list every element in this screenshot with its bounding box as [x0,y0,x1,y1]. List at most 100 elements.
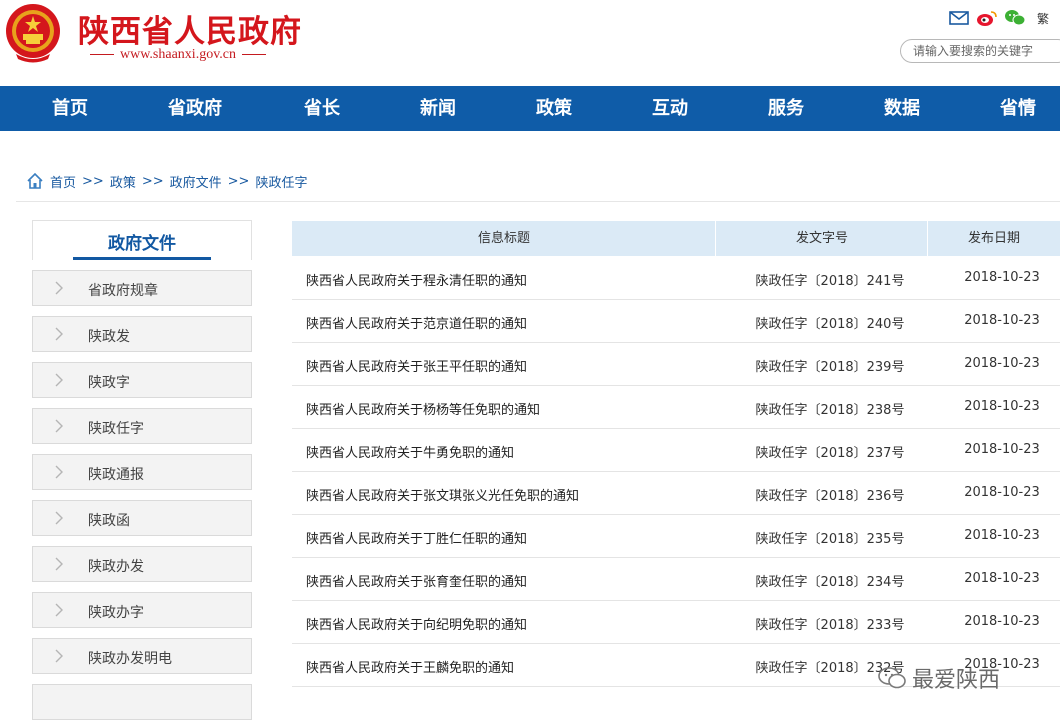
table-row[interactable]: 陕西省人民政府关于向纪明免职的通知 陕政任字〔2018〕233号 2018-10… [292,601,1060,644]
document-title-link[interactable]: 陕西省人民政府关于向纪明免职的通知 [306,614,527,633]
document-number: 陕政任字〔2018〕236号 [755,489,905,504]
table-row[interactable]: 陕西省人民政府关于杨杨等任免职的通知 陕政任字〔2018〕238号 2018-1… [292,386,1060,429]
document-number: 陕政任字〔2018〕235号 [755,532,905,547]
publish-date: 2018-10-23 [964,356,1040,371]
publish-date: 2018-10-23 [964,614,1040,629]
sidebar-item-shaanzhengbanzi[interactable]: 陕政办字 [32,592,252,628]
breadcrumb-separator: >> [82,173,104,189]
nav-item-service[interactable]: 服务 [768,86,804,131]
url-dash-left [90,54,114,56]
wechat-watermark-icon [878,667,906,689]
document-title-link[interactable]: 陕西省人民政府关于范京道任职的通知 [306,313,527,332]
document-title-link[interactable]: 陕西省人民政府关于张育奎任职的通知 [306,571,527,590]
site-url: www.shaanxi.gov.cn [84,47,272,63]
breadcrumb-divider [16,201,1060,202]
breadcrumb-policy[interactable]: 政策 [110,172,136,191]
weibo-icon[interactable] [976,8,998,28]
breadcrumb-home[interactable]: 首页 [50,172,76,191]
column-header-doc-number: 发文字号 [795,231,848,246]
breadcrumb: 首页 >> 政策 >> 政府文件 >> 陕政任字 [26,171,307,191]
document-title-link[interactable]: 陕西省人民政府关于王麟免职的通知 [306,657,514,676]
watermark-text: 最爱陕西 [912,668,1001,693]
sidebar-item-label: 陕政任字 [88,421,144,437]
document-number: 陕政任字〔2018〕233号 [755,618,905,633]
sidebar-item-more[interactable] [32,684,252,720]
document-number: 陕政任字〔2018〕238号 [755,403,905,418]
wechat-icon[interactable] [1004,8,1026,28]
sidebar-header: 政府文件 [32,220,252,260]
breadcrumb-current[interactable]: 陕政任字 [255,172,307,191]
publish-date: 2018-10-23 [964,442,1040,457]
nav-item-province-info[interactable]: 省情 [1000,86,1036,131]
url-dash-right [242,54,266,56]
column-header-date: 发布日期 [967,231,1020,246]
nav-item-home[interactable]: 首页 [52,86,88,131]
national-emblem-icon[interactable] [4,2,62,64]
breadcrumb-government-documents[interactable]: 政府文件 [170,172,222,191]
sidebar-item-label: 陕政字 [88,375,130,391]
publish-date: 2018-10-23 [964,313,1040,328]
document-title-link[interactable]: 陕西省人民政府关于丁胜仁任职的通知 [306,528,527,547]
table-header: 信息标题 发文字号 发布日期 [292,221,1060,256]
nav-item-policy[interactable]: 政策 [536,86,572,131]
table-row[interactable]: 陕西省人民政府关于丁胜仁任职的通知 陕政任字〔2018〕235号 2018-10… [292,515,1060,558]
sidebar-title-underline [73,257,211,260]
table-row[interactable]: 陕西省人民政府关于牛勇免职的通知 陕政任字〔2018〕237号 2018-10-… [292,429,1060,472]
breadcrumb-separator: >> [227,173,250,189]
sidebar-item-label: 陕政发 [88,329,130,345]
sidebar-item-label: 省政府规章 [88,283,158,299]
publish-date: 2018-10-23 [964,571,1040,586]
document-number: 陕政任字〔2018〕239号 [755,360,905,375]
document-number: 陕政任字〔2018〕237号 [755,446,905,461]
chevron-right-icon [55,281,63,295]
site-title[interactable]: 陕西省人民政府 [78,6,302,51]
breadcrumb-separator: >> [141,173,164,189]
traditional-chinese-toggle[interactable]: 繁 [1032,8,1054,28]
site-header: 陕西省人民政府 www.shaanxi.gov.cn 繁 [0,0,1060,86]
main-nav: 首页 省政府 省长 新闻 政策 互动 服务 数据 省情 [0,86,1060,131]
sidebar-item-label: 陕政办字 [88,605,144,621]
publish-date: 2018-10-23 [964,528,1040,543]
home-icon[interactable] [26,172,44,190]
sidebar-item-shaanzhenghan[interactable]: 陕政函 [32,500,252,536]
sidebar-item-shaanzhengzi[interactable]: 陕政字 [32,362,252,398]
chevron-right-icon [55,557,63,571]
nav-item-governor[interactable]: 省长 [304,86,340,131]
sidebar-item-label: 陕政函 [88,513,130,529]
nav-item-data[interactable]: 数据 [884,86,920,131]
table-row[interactable]: 陕西省人民政府关于范京道任职的通知 陕政任字〔2018〕240号 2018-10… [292,300,1060,343]
chevron-right-icon [55,649,63,663]
nav-item-government[interactable]: 省政府 [168,86,222,131]
mail-icon[interactable] [948,8,970,28]
sidebar-item-shaanzhengrenzi[interactable]: 陕政任字 [32,408,252,444]
column-header-title: 信息标题 [477,231,530,246]
document-number: 陕政任字〔2018〕241号 [755,274,905,289]
document-title-link[interactable]: 陕西省人民政府关于张王平任职的通知 [306,356,527,375]
sidebar-item-label: 陕政办发明电 [88,651,172,667]
search-input[interactable] [900,39,1060,63]
chevron-right-icon [55,603,63,617]
sidebar-item-shaanzhengbanfa[interactable]: 陕政办发 [32,546,252,582]
publish-date: 2018-10-23 [964,399,1040,414]
chevron-right-icon [55,419,63,433]
sidebar-item-label: 陕政办发 [88,559,144,575]
nav-item-interaction[interactable]: 互动 [652,86,688,131]
document-title-link[interactable]: 陕西省人民政府关于牛勇免职的通知 [306,442,514,461]
publish-date: 2018-10-23 [964,485,1040,500]
table-row[interactable]: 陕西省人民政府关于张王平任职的通知 陕政任字〔2018〕239号 2018-10… [292,343,1060,386]
document-title-link[interactable]: 陕西省人民政府关于杨杨等任免职的通知 [306,399,540,418]
document-title-link[interactable]: 陕西省人民政府关于程永清任职的通知 [306,270,527,289]
sidebar-item-shaanzhengtongbao[interactable]: 陕政通报 [32,454,252,490]
chevron-right-icon [55,511,63,525]
sidebar-item-provincial-regulations[interactable]: 省政府规章 [32,270,252,306]
chevron-right-icon [55,465,63,479]
table-row[interactable]: 陕西省人民政府关于张育奎任职的通知 陕政任字〔2018〕234号 2018-10… [292,558,1060,601]
sidebar-item-shaanzhengfa[interactable]: 陕政发 [32,316,252,352]
table-row[interactable]: 陕西省人民政府关于程永清任职的通知 陕政任字〔2018〕241号 2018-10… [292,257,1060,300]
table-row[interactable]: 陕西省人民政府关于张文琪张义光任免职的通知 陕政任字〔2018〕236号 201… [292,472,1060,515]
watermark: 最爱陕西 [878,662,1000,694]
nav-item-news[interactable]: 新闻 [420,86,456,131]
document-title-link[interactable]: 陕西省人民政府关于张文琪张义光任免职的通知 [306,485,579,504]
sidebar-item-label: 陕政通报 [88,467,144,483]
sidebar-item-shaanzhengbanfamingdian[interactable]: 陕政办发明电 [32,638,252,674]
